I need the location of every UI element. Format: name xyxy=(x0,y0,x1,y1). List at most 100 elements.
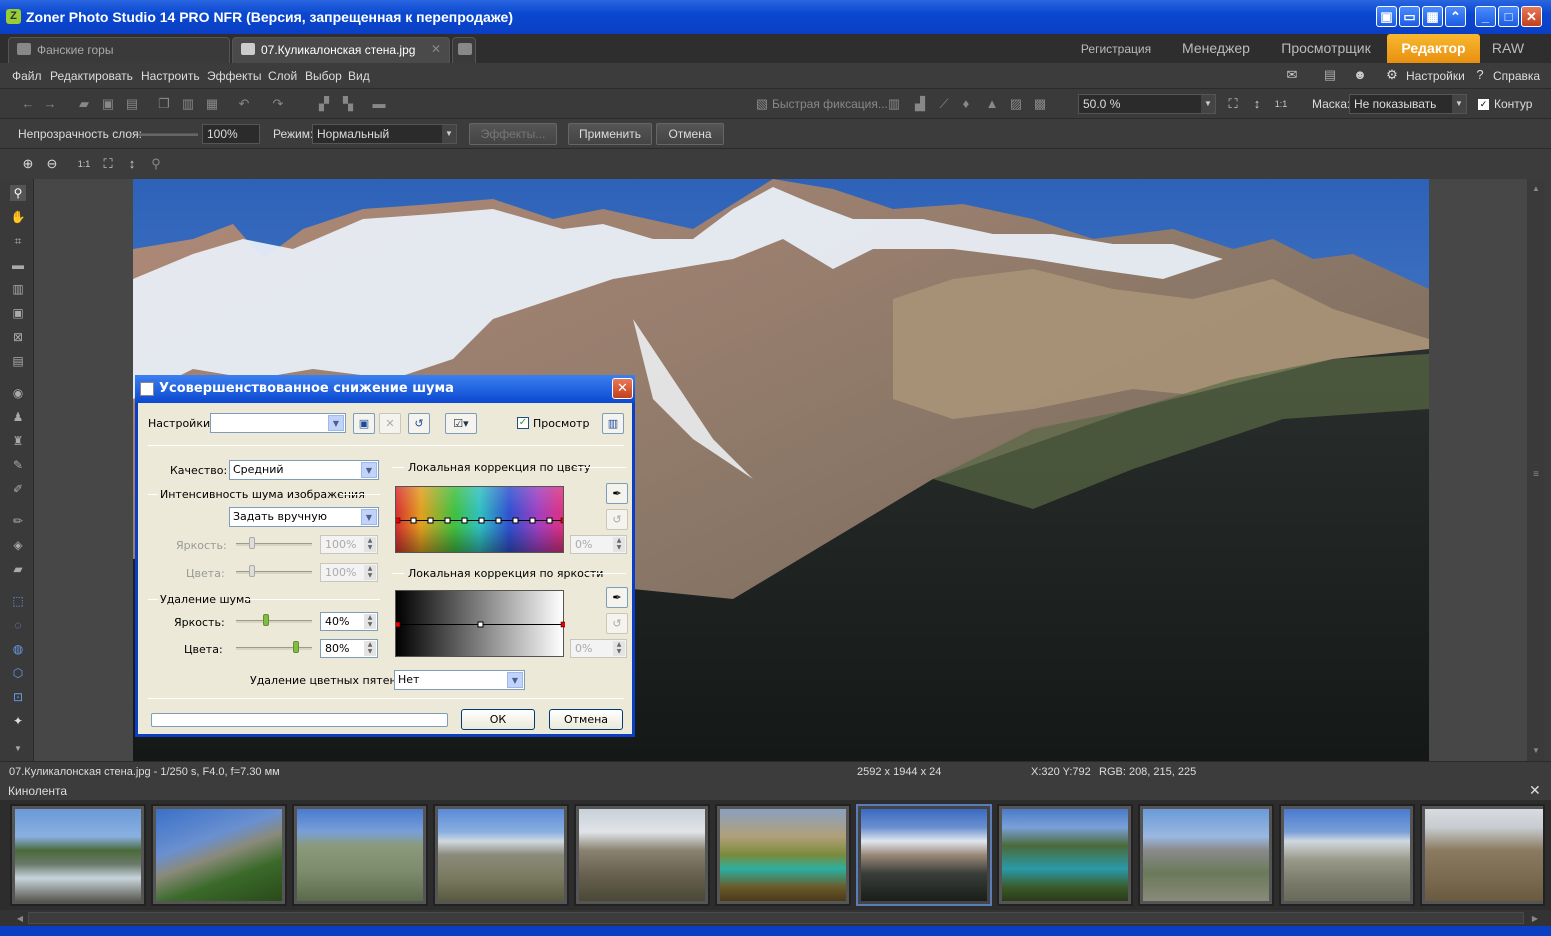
spin-arrows-icon[interactable]: ▲ ▼ xyxy=(364,565,376,580)
curves-icon[interactable]: ⟋ xyxy=(936,96,952,112)
menu-help[interactable]: Справка xyxy=(1493,69,1540,83)
brush-fix-icon[interactable]: ✎ xyxy=(10,457,26,473)
quick-fix-button[interactable]: Быстрая фиксация... xyxy=(772,97,888,111)
menu-edit[interactable]: Редактировать xyxy=(50,69,133,83)
filmstrip-thumb[interactable] xyxy=(574,804,710,906)
spin-arrows-icon[interactable]: ▲ ▼ xyxy=(364,614,376,629)
spin-arrows-icon[interactable]: ▲ ▼ xyxy=(613,537,625,552)
panel-toggle-icon[interactable]: ▣ xyxy=(1376,6,1397,27)
fit-icon[interactable]: ⛶ xyxy=(100,156,116,172)
new-tab-button[interactable] xyxy=(452,37,476,63)
close-button[interactable]: ✕ xyxy=(1521,6,1542,27)
intensity-brightness-input[interactable]: 100% ▲ ▼ xyxy=(320,535,378,554)
rect-select-icon[interactable]: ⬚ xyxy=(10,593,26,609)
intensity-brightness-slider[interactable] xyxy=(236,543,312,546)
effects-button[interactable]: Эффекты... xyxy=(469,123,557,145)
menu-file[interactable]: Файл xyxy=(12,69,42,83)
zoom-in-icon[interactable]: ⊕ xyxy=(20,156,36,172)
tab-raw[interactable]: RAW xyxy=(1486,34,1530,63)
local-brightness-input[interactable]: 0% ▲ ▼ xyxy=(570,639,627,658)
brightness-correction-graph[interactable] xyxy=(395,590,565,657)
pencil-icon[interactable]: ✏ xyxy=(10,513,26,529)
scroll-thumb[interactable] xyxy=(28,912,1524,924)
up-icon[interactable]: ⌃ xyxy=(1445,6,1466,27)
spin-arrows-icon[interactable]: ▲ ▼ xyxy=(613,641,625,656)
chevron-down-icon[interactable]: ▼ xyxy=(10,741,26,757)
delete-preset-button[interactable]: ✕ xyxy=(379,413,401,434)
compare-view-button[interactable]: ▥ xyxy=(602,413,624,434)
close-filmstrip-icon[interactable]: ✕ xyxy=(1529,782,1541,799)
actual-size-icon[interactable]: 1:1 xyxy=(76,156,92,172)
tab-viewer[interactable]: Просмотрщик xyxy=(1272,34,1380,63)
straighten-icon[interactable]: ▬ xyxy=(10,257,26,273)
filmstrip-thumb-selected[interactable] xyxy=(856,804,992,906)
transform-icon[interactable]: ⊠ xyxy=(10,329,26,345)
heal-icon[interactable]: ♜ xyxy=(10,433,26,449)
user-icon[interactable]: ☻ xyxy=(1352,67,1368,83)
removal-brightness-input[interactable]: 40% ▲ ▼ xyxy=(320,612,378,631)
spin-arrows-icon[interactable]: ▲ ▼ xyxy=(364,641,376,656)
fit-icon[interactable]: ⛶ xyxy=(1225,96,1241,112)
maximize-button[interactable]: □ xyxy=(1498,6,1519,27)
options-menu-button[interactable]: ☑▾ xyxy=(445,413,477,434)
back-icon[interactable]: ← xyxy=(20,96,36,112)
layout-icon[interactable]: ▭ xyxy=(1399,6,1420,27)
magnetic-select-icon[interactable]: ⊡ xyxy=(10,689,26,705)
scroll-grip-icon[interactable]: ≡ xyxy=(1528,467,1544,483)
bulb-icon[interactable]: ♦ xyxy=(958,96,974,112)
redo-icon[interactable]: ↷ xyxy=(270,96,286,112)
gradient-icon[interactable]: ▤ xyxy=(10,353,26,369)
poly-select-icon[interactable]: ⬡ xyxy=(10,665,26,681)
paste-new-icon[interactable]: ▦ xyxy=(204,96,220,112)
crop-icon[interactable]: ⌗ xyxy=(10,233,26,249)
removal-brightness-slider[interactable] xyxy=(236,620,312,623)
vertical-scrollbar[interactable]: ▲ ≡ ▼ xyxy=(1527,179,1544,761)
opacity-slider[interactable] xyxy=(138,133,198,136)
divider-icon[interactable]: ▬ xyxy=(370,96,388,112)
dialog-cancel-button[interactable]: Отмена xyxy=(549,709,623,730)
scroll-left-icon[interactable]: ◀ xyxy=(12,911,28,927)
undo-icon[interactable]: ↶ xyxy=(236,96,252,112)
actual-size-icon[interactable]: 1:1 xyxy=(1273,96,1289,112)
filmstrip-thumb[interactable] xyxy=(292,804,428,906)
clone-stamp-icon[interactable]: ♟ xyxy=(10,409,26,425)
merge-icon[interactable]: ▚ xyxy=(340,96,356,112)
frame-tool-icon[interactable]: ▣ xyxy=(10,305,26,321)
spin-arrows-icon[interactable]: ▲ ▼ xyxy=(364,537,376,552)
reset-color-icon[interactable]: ↺ xyxy=(606,509,628,530)
fit-height-icon[interactable]: ↕ xyxy=(1249,96,1265,112)
color-brush-icon[interactable]: ✐ xyxy=(10,481,26,497)
reset-icon[interactable]: ↺ xyxy=(408,413,430,434)
share-icon[interactable]: ✉ xyxy=(1284,67,1300,83)
filmstrip-thumb[interactable] xyxy=(1420,804,1545,906)
forward-icon[interactable]: → xyxy=(42,96,58,112)
eyedropper-icon[interactable]: ✒ xyxy=(606,483,628,504)
fit-height-icon[interactable]: ↕ xyxy=(124,156,140,172)
filmstrip-thumb[interactable] xyxy=(1279,804,1415,906)
minimize-button[interactable]: _ xyxy=(1475,6,1496,27)
filmstrip-thumb[interactable] xyxy=(151,804,287,906)
calendar-icon[interactable]: ▤ xyxy=(1322,67,1338,83)
filmstrip-thumb[interactable] xyxy=(1138,804,1274,906)
menu-select[interactable]: Выбор xyxy=(305,69,342,83)
open-icon[interactable]: ▰ xyxy=(76,96,92,112)
eyedropper-icon[interactable]: ✒ xyxy=(606,587,628,608)
perspective-icon[interactable]: ▥ xyxy=(10,281,26,297)
doc-tab-current-image[interactable]: 07.Куликалонская стена.jpg ✕ xyxy=(232,37,450,63)
magic-wand-icon[interactable]: ✦ xyxy=(10,713,26,729)
local-color-input[interactable]: 0% ▲ ▼ xyxy=(570,535,627,554)
zoom-select[interactable]: 50.0 % ▼ xyxy=(1078,94,1216,114)
tab-manager[interactable]: Менеджер xyxy=(1170,34,1262,63)
save-preset-button[interactable]: ▣ xyxy=(353,413,375,434)
scroll-down-icon[interactable]: ▼ xyxy=(1528,743,1544,759)
paste-icon[interactable]: ▥ xyxy=(180,96,196,112)
intensity-mode-select[interactable]: Задать вручную ▼ xyxy=(229,507,379,527)
intensity-colors-slider[interactable] xyxy=(236,571,312,574)
levels-icon[interactable]: ▥ xyxy=(886,96,902,112)
print-icon[interactable]: ▤ xyxy=(124,96,140,112)
filmstrip-thumb[interactable] xyxy=(433,804,569,906)
ellipse-select-icon[interactable]: ◌ xyxy=(10,617,26,633)
removal-colors-input[interactable]: 80% ▲ ▼ xyxy=(320,639,378,658)
resize-icon[interactable]: ▨ xyxy=(1008,96,1024,112)
intensity-colors-input[interactable]: 100% ▲ ▼ xyxy=(320,563,378,582)
